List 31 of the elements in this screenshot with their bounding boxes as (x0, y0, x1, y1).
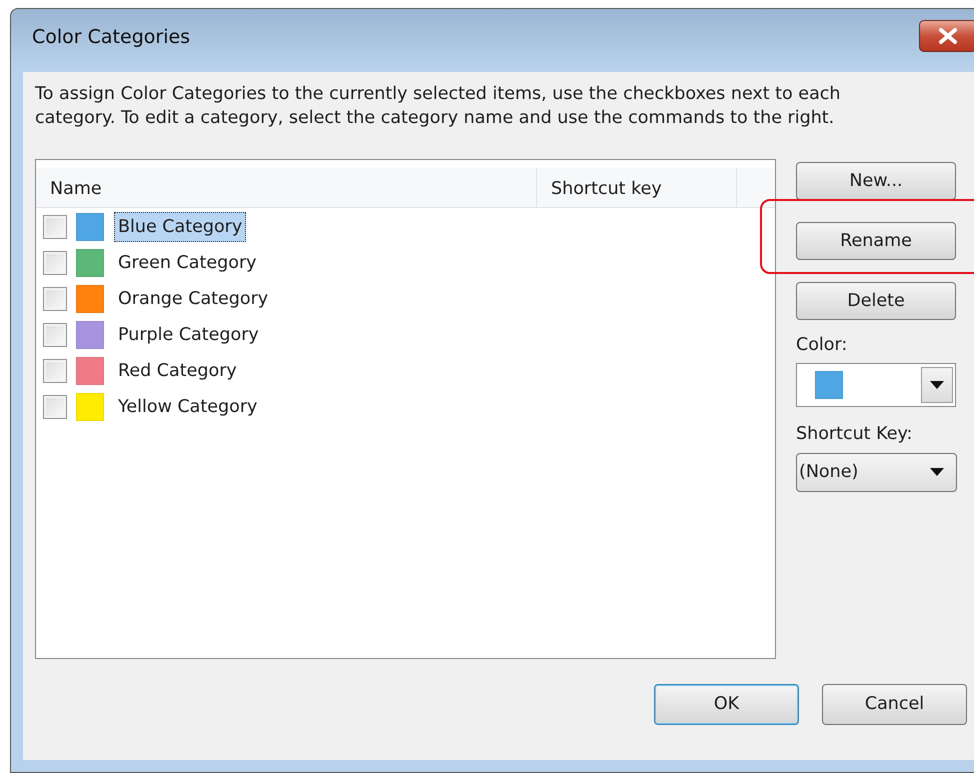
field-label: Shortcut Key: (796, 423, 914, 446)
shortcut-dropdown[interactable]: (None) (796, 452, 957, 492)
category-checkbox[interactable] (43, 359, 67, 383)
window-title: Color Categories (32, 25, 190, 50)
command-button[interactable]: Rename (796, 222, 956, 260)
category-checkbox[interactable] (43, 251, 67, 275)
color-dropdown[interactable] (796, 363, 956, 408)
close-icon (938, 28, 958, 44)
category-checkbox[interactable] (43, 323, 67, 347)
caret-icon (930, 468, 944, 476)
column-header[interactable]: Name (36, 168, 537, 207)
category-name[interactable]: Purple Category (114, 320, 263, 350)
caret-icon (930, 381, 944, 390)
dialog-button[interactable]: OK (654, 684, 799, 725)
category-checkbox[interactable] (43, 287, 67, 311)
dropdown-value: (None) (799, 460, 858, 484)
dialog-button[interactable]: Cancel (822, 684, 967, 725)
category-checkbox[interactable] (43, 395, 67, 419)
category-name[interactable]: Yellow Category (114, 392, 262, 422)
instructions-text: To assign Color Categories to the currently selected items, use the checkboxes next to each category. To edit a category, select the category name and use the commands to the right. (35, 83, 842, 130)
category-name[interactable]: Blue Category (114, 212, 246, 242)
dropdown-button[interactable] (921, 367, 953, 404)
field-label: Color: (796, 334, 848, 357)
column-header[interactable]: Shortcut key (537, 168, 737, 207)
category-checkbox[interactable] (43, 215, 67, 239)
command-button[interactable]: Delete (796, 282, 956, 320)
category-name[interactable]: Orange Category (114, 284, 272, 314)
close-button[interactable] (919, 20, 974, 52)
category-name[interactable]: Green Category (114, 248, 260, 278)
command-button[interactable]: New... (796, 162, 956, 200)
category-name[interactable]: Red Category (114, 356, 241, 386)
